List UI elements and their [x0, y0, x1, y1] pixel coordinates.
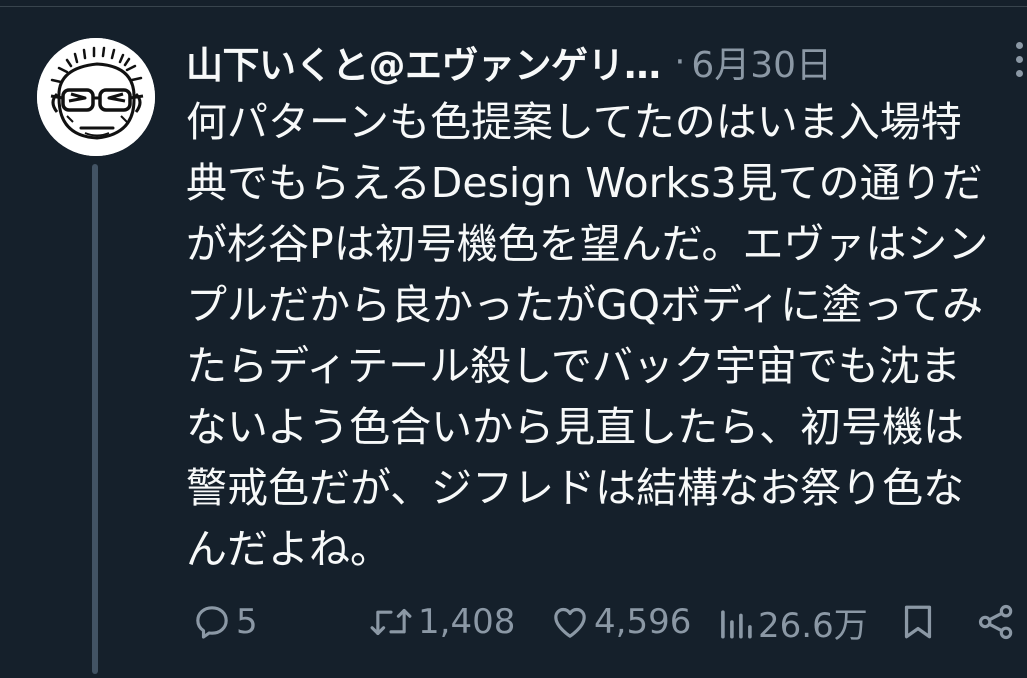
- retweet-button[interactable]: 1,408: [368, 596, 515, 648]
- tweet-text-line: 何パターンも色提案してたのはいま入場特: [186, 98, 962, 146]
- tweet-text-line: が杉谷Pは初号機色を望んだ。エヴァはシン: [186, 220, 989, 268]
- views-count: 26.6万: [758, 605, 868, 646]
- like-count: 4,596: [594, 602, 692, 642]
- like-button[interactable]: 4,596: [550, 596, 691, 648]
- tweet-text-line: 典でもらえるDesign Works3見ての通りだ: [186, 159, 983, 207]
- tweet-text: 何パターンも色提案してたのはいま入場特 典でもらえるDesign Works3見…: [186, 92, 1027, 580]
- thread-line: [92, 164, 98, 674]
- tweet-text-line: んだよね。: [186, 525, 391, 573]
- more-vertical-icon: [1016, 42, 1023, 49]
- reply-icon: [196, 606, 228, 639]
- tweet-text-line: ないよう色合いから見直したら、初号機は: [186, 403, 965, 451]
- bookmark-button[interactable]: [900, 596, 936, 648]
- author-display-name[interactable]: 山下いくと@エヴァンゲリ…: [186, 35, 661, 89]
- share-button[interactable]: [976, 596, 1016, 648]
- share-icon: [978, 604, 1013, 640]
- more-vertical-icon: [1016, 70, 1023, 77]
- tweet-date[interactable]: 6月30日: [691, 36, 832, 88]
- views-button[interactable]: 26.6万: [718, 596, 868, 648]
- avatar[interactable]: [37, 38, 155, 156]
- reply-button[interactable]: 5: [192, 596, 258, 648]
- views-icon: [721, 610, 752, 639]
- tweet-text-line: 警戒色だが、ジフレドは結構なお祭り色な: [186, 464, 965, 512]
- tweet-header: 山下いくと@エヴァンゲリ… · 6月30日: [186, 36, 832, 88]
- retweet-icon: [370, 608, 412, 636]
- tweet-text-line: たらディテール殺しでバック宇宙でも沈ま: [186, 342, 961, 390]
- top-divider: [0, 0, 1027, 7]
- header-separator: ·: [674, 42, 686, 82]
- heart-icon: [554, 607, 586, 638]
- tweet-text-line: プルだから良かったがGQボディに塗ってみ: [186, 281, 984, 329]
- more-vertical-icon: [1016, 56, 1023, 63]
- more-options-button[interactable]: [1009, 42, 1027, 82]
- bookmark-icon: [904, 605, 932, 639]
- tweet-actions: 5 1,408 4,596 26.6万: [186, 596, 1027, 648]
- reply-count: 5: [236, 602, 258, 642]
- retweet-count: 1,408: [418, 602, 516, 642]
- tweet-page: 山下いくと@エヴァンゲリ… · 6月30日 何パターンも色提案してたのはいま入場…: [0, 0, 1027, 678]
- cartoon-avatar-icon: [37, 38, 155, 156]
